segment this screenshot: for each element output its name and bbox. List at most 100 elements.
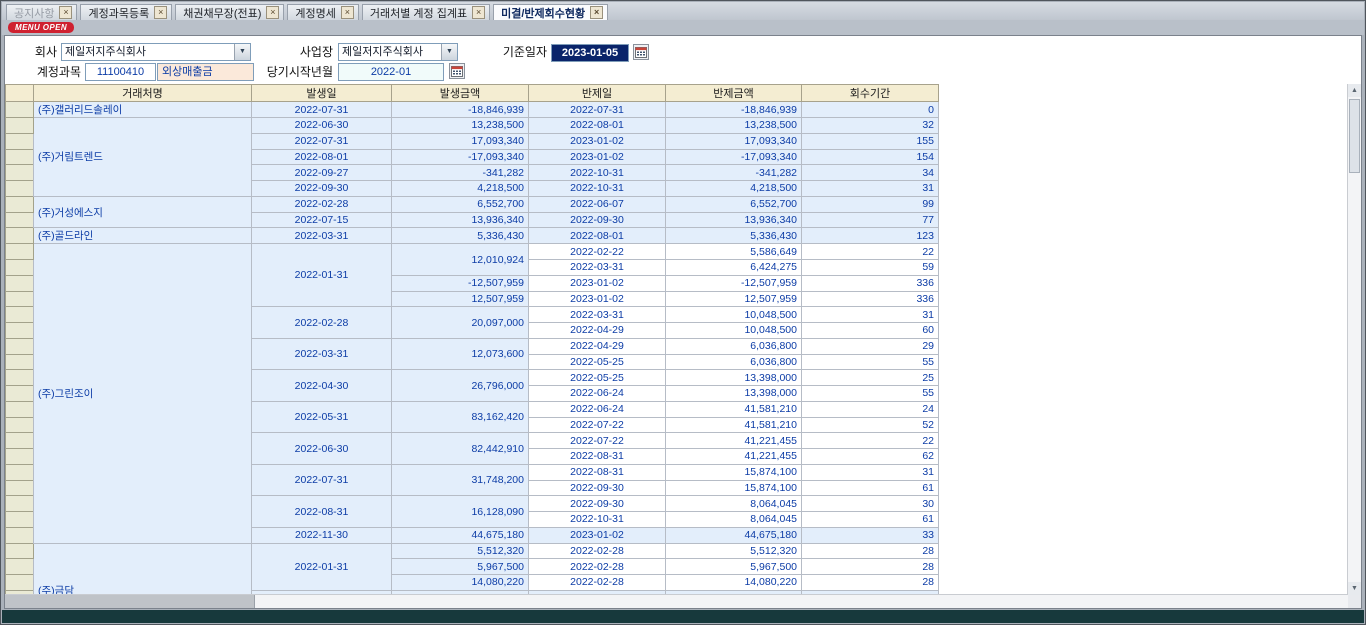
company-value: 제일저지주식회사	[62, 44, 146, 60]
site-select[interactable]: 제일저지주식회사 ▼	[338, 43, 458, 61]
chevron-down-icon[interactable]: ▼	[234, 44, 250, 60]
row-selector[interactable]	[6, 543, 34, 559]
collection-days-cell: 61	[802, 512, 939, 528]
menu-row: MENU OPEN	[2, 20, 1364, 35]
collection-days-cell: 28	[802, 559, 939, 575]
tab-close-icon[interactable]: ×	[341, 6, 354, 19]
customer-name-cell: (주)골드라인	[34, 228, 252, 244]
row-selector[interactable]	[6, 401, 34, 417]
settlement-amount-cell: -12,507,959	[666, 275, 802, 291]
collection-days-cell: 31	[802, 181, 939, 197]
occurrence-amount-cell: 82,442,910	[392, 433, 529, 465]
tab-close-icon[interactable]: ×	[59, 6, 72, 19]
row-selector[interactable]	[6, 512, 34, 528]
settlement-amount-cell: 8,064,045	[666, 512, 802, 528]
row-selector[interactable]	[6, 102, 34, 118]
tab-3[interactable]: 채권채무장(전표) ×	[175, 4, 284, 20]
settlement-date-cell: 2022-09-30	[529, 496, 666, 512]
settlement-amount-cell: 15,874,100	[666, 464, 802, 480]
row-selector[interactable]	[6, 275, 34, 291]
base-date-input[interactable]: 2023-01-05	[551, 44, 629, 62]
row-selector[interactable]	[6, 480, 34, 496]
occurrence-date-cell: 2022-02-28	[252, 307, 392, 339]
vertical-scrollbar-thumb[interactable]	[1349, 99, 1360, 173]
occurrence-amount-cell: 5,967,500	[392, 559, 529, 575]
collection-days-cell: 33	[802, 527, 939, 543]
row-selector[interactable]	[6, 496, 34, 512]
period-start-input[interactable]: 2022-01	[338, 63, 444, 81]
tab-label: 공지사항	[14, 5, 54, 21]
period-start-calendar-button[interactable]	[449, 63, 465, 79]
row-selector[interactable]	[6, 527, 34, 543]
row-selector[interactable]	[6, 149, 34, 165]
tab-close-icon[interactable]: ×	[590, 6, 603, 19]
collection-days-cell: 30	[802, 496, 939, 512]
row-selector[interactable]	[6, 244, 34, 260]
row-selector[interactable]	[6, 338, 34, 354]
row-selector[interactable]	[6, 433, 34, 449]
row-selector[interactable]	[6, 354, 34, 370]
tab-close-icon[interactable]: ×	[266, 6, 279, 19]
tab-close-icon[interactable]: ×	[472, 6, 485, 19]
settlement-amount-cell: 41,581,210	[666, 401, 802, 417]
site-label: 사업장	[253, 44, 333, 61]
vertical-scrollbar[interactable]: ▲ ▼	[1347, 84, 1361, 595]
settlement-date-cell: 2022-09-30	[529, 480, 666, 496]
horizontal-scrollbar[interactable]	[5, 594, 1348, 608]
calendar-icon	[451, 65, 463, 77]
scroll-down-icon[interactable]: ▼	[1348, 582, 1361, 595]
occurrence-date-cell: 2022-09-27	[252, 165, 392, 181]
settlement-date-cell: 2022-06-24	[529, 386, 666, 402]
tab-1[interactable]: 공지사항 ×	[6, 4, 77, 20]
menu-open-button[interactable]: MENU OPEN	[8, 22, 74, 33]
occurrence-amount-cell: 14,080,220	[392, 575, 529, 591]
settlement-amount-cell: 6,552,700	[666, 196, 802, 212]
collection-days-cell: 34	[802, 165, 939, 181]
settlement-amount-cell: 13,398,000	[666, 386, 802, 402]
tab-label: 채권채무장(전표)	[183, 5, 261, 21]
data-grid: 거래처명발생일발생금액반제일반제금액회수기간 (주)갤러리드솔레이2022-07…	[5, 84, 1348, 595]
company-select[interactable]: 제일저지주식회사 ▼	[61, 43, 251, 61]
row-selector[interactable]	[6, 291, 34, 307]
row-selector[interactable]	[6, 118, 34, 134]
settlement-amount-cell: 17,093,340	[666, 133, 802, 149]
collection-days-cell: 60	[802, 323, 939, 339]
settlement-amount-cell: 13,936,340	[666, 212, 802, 228]
row-selector[interactable]	[6, 417, 34, 433]
collection-days-cell: 32	[802, 118, 939, 134]
tab-4[interactable]: 계정명세×	[287, 4, 358, 20]
tab-label: 계정과목등록	[88, 5, 149, 21]
row-selector[interactable]	[6, 212, 34, 228]
row-selector[interactable]	[6, 133, 34, 149]
scroll-up-icon[interactable]: ▲	[1348, 84, 1361, 97]
row-selector[interactable]	[6, 449, 34, 465]
row-selector[interactable]	[6, 370, 34, 386]
row-selector[interactable]	[6, 307, 34, 323]
row-selector[interactable]	[6, 165, 34, 181]
row-selector[interactable]	[6, 386, 34, 402]
settlement-date-cell: 2022-06-24	[529, 401, 666, 417]
row-selector[interactable]	[6, 464, 34, 480]
collection-days-cell: 155	[802, 133, 939, 149]
collection-days-cell: 99	[802, 196, 939, 212]
row-selector[interactable]	[6, 575, 34, 591]
row-selector[interactable]	[6, 323, 34, 339]
row-selector[interactable]	[6, 196, 34, 212]
row-selector[interactable]	[6, 181, 34, 197]
base-date-calendar-button[interactable]	[633, 44, 649, 60]
row-selector[interactable]	[6, 228, 34, 244]
occurrence-amount-cell: 44,675,180	[392, 527, 529, 543]
settlement-date-cell: 2022-10-31	[529, 181, 666, 197]
column-header: 회수기간	[802, 85, 939, 102]
tab-2[interactable]: 계정과목등록 ×	[80, 4, 172, 20]
column-header: 발생금액	[392, 85, 529, 102]
tab-5[interactable]: 거래처별 계정 집계표×	[362, 4, 490, 20]
row-selector[interactable]	[6, 260, 34, 276]
tab-6[interactable]: 미결/반제회수현황×	[493, 4, 608, 20]
row-selector[interactable]	[6, 559, 34, 575]
occurrence-date-cell: 2022-04-30	[252, 370, 392, 402]
tab-close-icon[interactable]: ×	[154, 6, 167, 19]
account-code-input[interactable]: 11100410	[85, 63, 156, 81]
occurrence-amount-cell: -12,507,959	[392, 275, 529, 291]
collection-days-cell: 55	[802, 386, 939, 402]
